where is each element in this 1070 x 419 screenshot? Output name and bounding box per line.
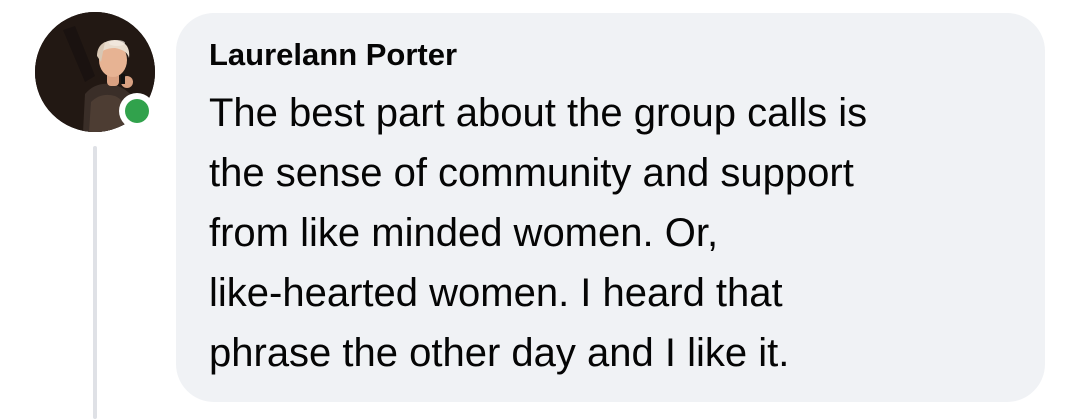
reply-thread-line [93,146,97,419]
comment-text: The best part about the group calls is t… [209,91,868,375]
online-status-indicator [119,93,155,129]
comment: Laurelann Porter The best part about the… [0,0,1070,419]
comment-author-name[interactable]: Laurelann Porter [209,37,1015,73]
comment-bubble: Laurelann Porter The best part about the… [176,13,1045,402]
online-dot-icon [125,99,149,123]
